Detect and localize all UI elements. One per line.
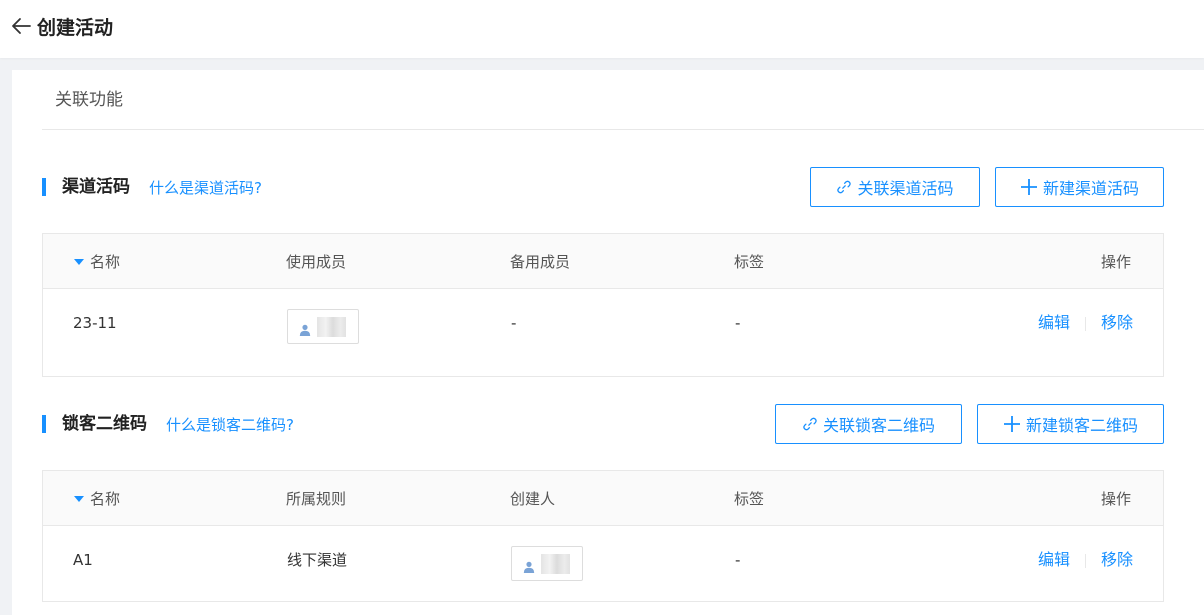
lock-qr-section-header: 锁客二维码 什么是锁客二维码? 关联锁客二维码 新建锁客二维码 <box>42 404 1164 444</box>
back-button[interactable] <box>10 15 32 37</box>
button-label: 关联渠道活码 <box>857 179 954 198</box>
divider <box>1085 317 1086 331</box>
divider <box>1085 554 1086 568</box>
plus-icon <box>1003 415 1021 433</box>
sort-caret-icon <box>74 495 84 502</box>
column-action-header: 操作 <box>1101 253 1132 271</box>
edit-button[interactable]: 编辑 <box>1038 313 1070 333</box>
card-header: 关联功能 <box>42 70 1204 130</box>
table-header: 名称 所属规则 创建人 标签 操作 <box>43 471 1163 526</box>
channel-section-header: 渠道活码 什么是渠道活码? 关联渠道活码 新建渠道活码 <box>42 167 1164 207</box>
row-rule: 线下渠道 <box>287 551 348 569</box>
main-card: 关联功能 渠道活码 什么是渠道活码? 关联渠道活码 新建渠道活码 名称 使用成员… <box>12 70 1204 615</box>
new-lock-qr-button[interactable]: 新建锁客二维码 <box>977 404 1164 444</box>
sort-caret-icon <box>74 258 84 265</box>
new-channel-code-button[interactable]: 新建渠道活码 <box>995 167 1164 207</box>
table-header: 名称 使用成员 备用成员 标签 操作 <box>43 234 1163 289</box>
row-tag: - <box>735 551 741 569</box>
table-row: A1 线下渠道 - 编辑 移除 <box>43 526 1163 602</box>
help-link[interactable]: 什么是渠道活码? <box>149 178 262 198</box>
column-name-header[interactable]: 名称 <box>74 489 120 509</box>
user-icon <box>523 558 535 577</box>
link-lock-qr-button[interactable]: 关联锁客二维码 <box>775 404 962 444</box>
row-backup-member: - <box>511 314 517 332</box>
table-row: 23-11 - - 编辑 移除 <box>43 289 1163 376</box>
channel-code-table: 名称 使用成员 备用成员 标签 操作 23-11 - - 编辑 移除 <box>42 233 1164 377</box>
user-icon <box>299 321 311 340</box>
member-avatar-chip <box>287 309 359 344</box>
button-label: 新建渠道活码 <box>1042 179 1139 198</box>
blurred-member-name <box>317 317 346 337</box>
column-backup-header: 备用成员 <box>510 253 571 271</box>
column-creator-header: 创建人 <box>510 490 556 508</box>
link-icon <box>836 179 852 195</box>
column-action-header: 操作 <box>1101 490 1132 508</box>
column-name-header[interactable]: 名称 <box>74 252 120 272</box>
remove-button[interactable]: 移除 <box>1101 313 1133 333</box>
card-title: 关联功能 <box>55 90 123 110</box>
remove-button[interactable]: 移除 <box>1101 550 1133 570</box>
column-tag-header: 标签 <box>734 490 765 508</box>
plus-icon <box>1020 178 1038 196</box>
column-member-header: 使用成员 <box>286 253 347 271</box>
lock-qr-table: 名称 所属规则 创建人 标签 操作 A1 线下渠道 - 编辑 移除 <box>42 470 1164 602</box>
row-name: 23-11 <box>73 314 117 332</box>
link-icon <box>802 416 818 432</box>
creator-avatar-chip <box>511 546 583 581</box>
arrow-left-icon <box>10 15 32 37</box>
section-accent-bar <box>42 415 46 433</box>
row-name: A1 <box>73 551 93 569</box>
top-bar: 创建活动 <box>0 0 1204 58</box>
help-link[interactable]: 什么是锁客二维码? <box>166 415 294 435</box>
link-channel-code-button[interactable]: 关联渠道活码 <box>810 167 980 207</box>
blurred-creator-name <box>541 554 570 574</box>
column-tag-header: 标签 <box>734 253 765 271</box>
column-rule-header: 所属规则 <box>286 490 347 508</box>
page-title: 创建活动 <box>37 17 114 39</box>
section-accent-bar <box>42 178 46 196</box>
section-title: 渠道活码 <box>62 177 130 197</box>
row-tag: - <box>735 314 741 332</box>
button-label: 关联锁客二维码 <box>822 416 935 435</box>
section-title: 锁客二维码 <box>62 414 147 434</box>
edit-button[interactable]: 编辑 <box>1038 550 1070 570</box>
button-label: 新建锁客二维码 <box>1025 416 1138 435</box>
